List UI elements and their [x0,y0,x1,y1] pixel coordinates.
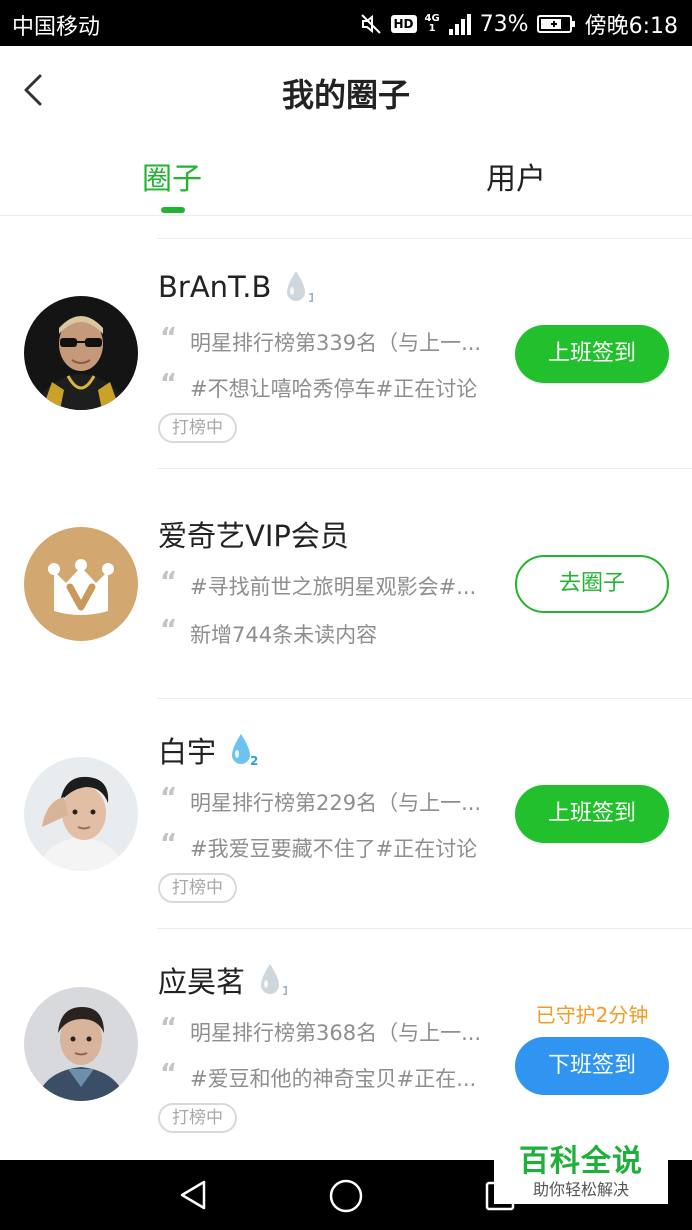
tab-bar: 圈子 用户 [0,134,692,216]
recent-post-line: “ #不想让嘻哈秀停车#正在讨论 [160,373,500,403]
ranking-tag: 打榜中 [158,413,237,443]
post-text: #我爱豆要藏不住了#正在讨论 [190,837,478,861]
drop-level: 1 [282,984,287,998]
recent-post-line: “ 明星排行榜第368名（与上一... [160,1017,500,1047]
carrier-name: 中国移动 [12,15,101,40]
quote-mark-icon: “ [160,1063,178,1089]
avatar[interactable] [24,987,138,1101]
post-text: #寻找前世之旅明星观影会#... [190,575,477,599]
clock: 傍晚6:18 [584,14,678,39]
quote-mark-icon: “ [160,373,178,399]
signal-icon [448,13,472,35]
quote-mark-icon: “ [160,327,178,353]
water-drop-icon: 1 [287,271,313,305]
circle-list-item[interactable]: 白宇 2 “ 明星排行榜第229名（与上一... “ #我爱豆要藏不住了#正在讨… [0,699,692,929]
go-to-circle-button[interactable]: 去圈子 [515,555,669,613]
circle-list-item[interactable]: BrAnT.B 1 “ 明星排行榜第339名（与上一... “ #不想让嘻哈秀停… [0,239,692,469]
watermark-subtitle: 助你轻松解决 [532,1180,629,1199]
avatar[interactable] [24,296,138,410]
recent-post-line: “ 明星排行榜第339名（与上一... [160,327,500,357]
name-row: BrAnT.B 1 [158,269,313,305]
name-row: 爱奇艺VIP会员 [158,513,349,555]
hd-badge: HD [390,15,417,33]
post-text: 明星排行榜第229名（与上一... [190,791,482,815]
avatar[interactable] [24,527,138,641]
circle-name: 白宇 [158,735,217,769]
check-out-button[interactable]: 下班签到 [515,1037,669,1095]
water-drop-icon: 2 [232,734,258,768]
recent-post-line: “ #爱豆和他的神奇宝贝#正在... [160,1063,500,1093]
ranking-tag: 打榜中 [158,873,237,903]
post-text: 明星排行榜第368名（与上一... [190,1021,482,1045]
nav-home-icon[interactable] [328,1178,364,1218]
circle-name: BrAnT.B [158,270,272,304]
check-in-button[interactable]: 上班签到 [515,785,669,843]
nav-back-icon[interactable] [176,1178,210,1216]
name-row: 白宇 2 [158,729,258,771]
water-drop-icon: 1 [261,964,287,998]
quote-mark-icon: “ [160,619,178,645]
drop-level: 2 [250,754,258,768]
guard-duration-text: 已守护2分钟 [535,1003,649,1027]
watermark-logo: 百科全说 助你轻松解决 [494,1134,668,1204]
network-type: 4G 1 [425,14,440,34]
watermark-title: 百科全说 [519,1144,643,1179]
page-title: 我的圈子 [281,76,410,114]
recent-post-line: “ #寻找前世之旅明星观影会#... [160,571,500,601]
name-row: 应昊茗 1 [158,959,287,1001]
network-sim-label: 1 [428,23,436,34]
status-icons: HD 4G 1 73% 傍晚6:18 [359,8,678,40]
circle-list-item[interactable]: 应昊茗 1 “ 明星排行榜第368名（与上一... “ #爱豆和他的神奇宝贝#正… [0,929,692,1159]
recent-post-line: “ 明星排行榜第229名（与上一... [160,787,500,817]
quote-mark-icon: “ [160,1017,178,1043]
battery-icon [536,14,577,34]
mute-icon [359,12,383,36]
post-text: #不想让嘻哈秀停车#正在讨论 [190,377,478,401]
recent-post-line: “ #我爱豆要藏不住了#正在讨论 [160,833,500,863]
check-in-button[interactable]: 上班签到 [515,325,669,383]
tab-users[interactable]: 用户 [486,154,546,198]
header: 我的圈子 [0,46,692,134]
avatar[interactable] [24,757,138,871]
active-tab-indicator [161,207,185,213]
ranking-tag: 打榜中 [158,1103,237,1133]
quote-mark-icon: “ [160,833,178,859]
drop-level: 1 [308,291,313,305]
status-bar: 中国移动 HD 4G 1 73% 傍晚6:18 [0,0,692,46]
post-text: #爱豆和他的神奇宝贝#正在... [190,1067,477,1091]
post-text: 明星排行榜第339名（与上一... [190,331,482,355]
circle-name: 爱奇艺VIP会员 [158,519,349,553]
quote-mark-icon: “ [160,571,178,597]
circle-name: 应昊茗 [158,965,246,999]
recent-post-line: “ 新增744条未读内容 [160,619,500,649]
post-text: 新增744条未读内容 [190,623,378,647]
quote-mark-icon: “ [160,787,178,813]
tab-circles[interactable]: 圈子 [142,154,202,198]
battery-percent: 73% [479,11,529,37]
circle-list-item[interactable]: 爱奇艺VIP会员 “ #寻找前世之旅明星观影会#... “ 新增744条未读内容… [0,469,692,699]
